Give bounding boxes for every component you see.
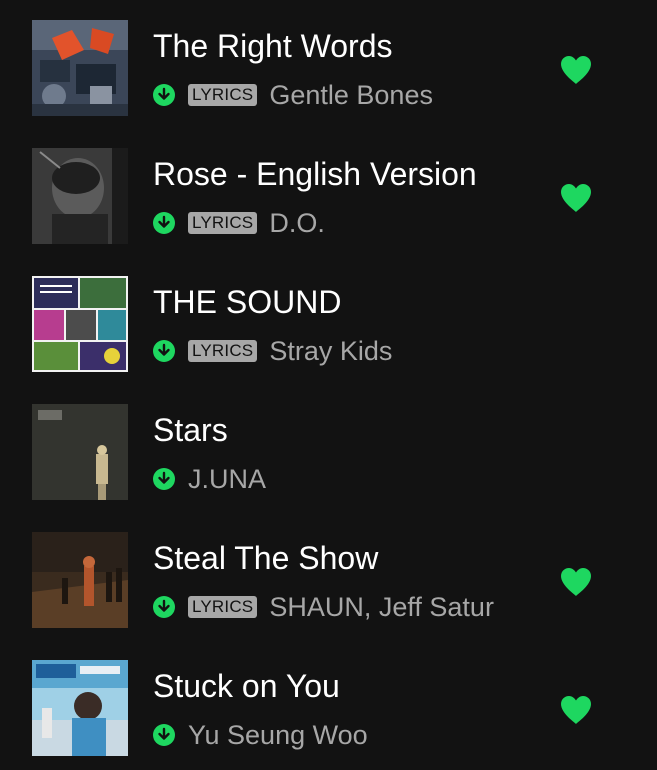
track-title: Steal The Show [153, 540, 379, 576]
album-cover [32, 660, 128, 756]
track-title: Stuck on You [153, 668, 340, 704]
track-subtitle: J.UNA [153, 464, 266, 494]
track-row[interactable]: Stuck on You Yu Seung Woo [0, 660, 657, 756]
track-subtitle: LYRICS D.O. [153, 208, 325, 238]
heart-filled-icon[interactable] [559, 566, 593, 598]
download-arrow-icon [153, 724, 175, 746]
track-artist[interactable]: Gentle Bones [269, 80, 433, 110]
album-cover [32, 148, 128, 244]
download-arrow-icon [153, 468, 175, 490]
download-arrow-icon [153, 596, 175, 618]
track-title: Stars [153, 412, 228, 448]
track-subtitle: LYRICS Stray Kids [153, 336, 392, 366]
download-arrow-icon [153, 212, 175, 234]
track-artist[interactable]: D.O. [269, 208, 325, 238]
download-arrow-icon [153, 84, 175, 106]
album-cover [32, 276, 128, 372]
track-row[interactable]: Stars J.UNA [0, 404, 657, 500]
heart-filled-icon[interactable] [559, 694, 593, 726]
track-artist[interactable]: Yu Seung Woo [188, 720, 368, 750]
lyrics-badge: LYRICS [188, 340, 258, 362]
track-artist[interactable]: Stray Kids [269, 336, 392, 366]
track-artist[interactable]: J.UNA [188, 464, 266, 494]
album-cover [32, 532, 128, 628]
track-row[interactable]: The Right Words LYRICS Gentle Bones [0, 20, 657, 116]
track-title: Rose - English Version [153, 156, 477, 192]
track-row[interactable]: THE SOUND LYRICS Stray Kids [0, 276, 657, 372]
track-title: The Right Words [153, 28, 393, 64]
track-title: THE SOUND [153, 284, 342, 320]
track-subtitle: LYRICS Gentle Bones [153, 80, 433, 110]
track-list: The Right Words LYRICS Gentle Bones Rose… [0, 0, 657, 770]
lyrics-badge: LYRICS [188, 84, 258, 106]
track-row[interactable]: Steal The Show LYRICS SHAUN, Jeff Satur [0, 532, 657, 628]
track-row[interactable]: Rose - English Version LYRICS D.O. [0, 148, 657, 244]
album-cover [32, 404, 128, 500]
track-artist[interactable]: SHAUN, Jeff Satur [269, 592, 494, 622]
download-arrow-icon [153, 340, 175, 362]
track-subtitle: Yu Seung Woo [153, 720, 368, 750]
lyrics-badge: LYRICS [188, 596, 258, 618]
heart-filled-icon[interactable] [559, 54, 593, 86]
lyrics-badge: LYRICS [188, 212, 258, 234]
heart-filled-icon[interactable] [559, 182, 593, 214]
album-cover [32, 20, 128, 116]
track-subtitle: LYRICS SHAUN, Jeff Satur [153, 592, 494, 622]
